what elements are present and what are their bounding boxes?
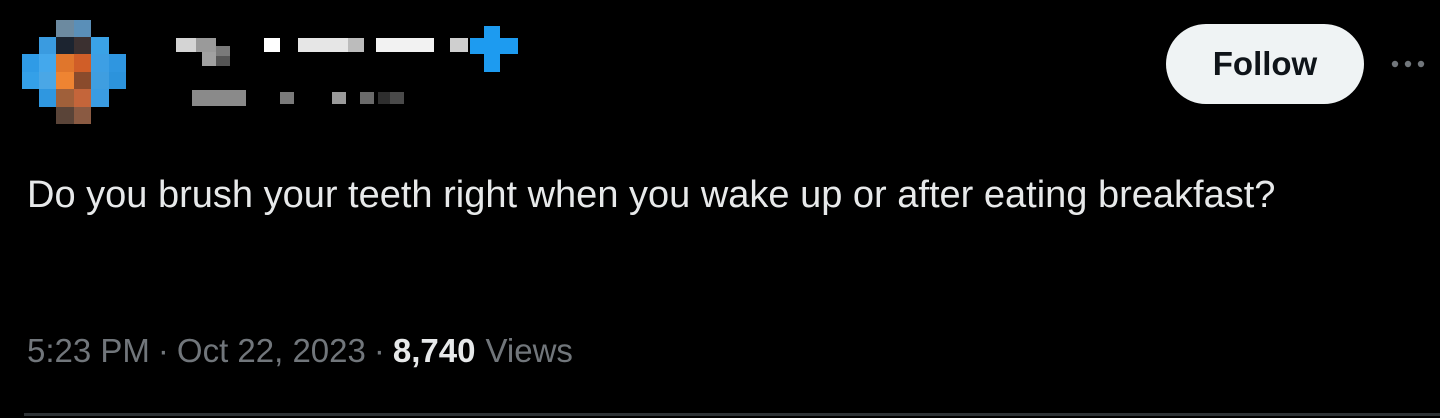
tweet-time: 5:23 PM — [27, 332, 150, 369]
pixelated-avatar-icon — [22, 20, 126, 124]
tweet-date: Oct 22, 2023 — [176, 332, 366, 369]
more-options-button[interactable] — [1386, 44, 1430, 84]
tweet-date-link[interactable]: Oct 22, 2023 — [177, 332, 366, 370]
follow-button[interactable]: Follow — [1166, 24, 1364, 104]
views-label: Views — [485, 332, 573, 369]
meta-separator: · — [373, 332, 385, 369]
censored-name-icon — [176, 26, 518, 106]
tweet-card: Follow Do you brush your teeth right whe… — [0, 0, 1440, 418]
tweet-time-link[interactable]: 5:23 PM — [27, 332, 150, 370]
avatar[interactable] — [22, 20, 126, 124]
tweet-text: Do you brush your teeth right when you w… — [27, 174, 1276, 216]
meta-separator: · — [157, 332, 169, 369]
author-name-censored[interactable] — [172, 26, 532, 116]
views-count: 8,740 — [392, 332, 476, 369]
divider — [24, 413, 1440, 416]
tweet-meta: 5:23 PM · Oct 22, 2023 · 8,740 Views — [27, 326, 573, 376]
more-horizontal-icon — [1391, 60, 1425, 68]
